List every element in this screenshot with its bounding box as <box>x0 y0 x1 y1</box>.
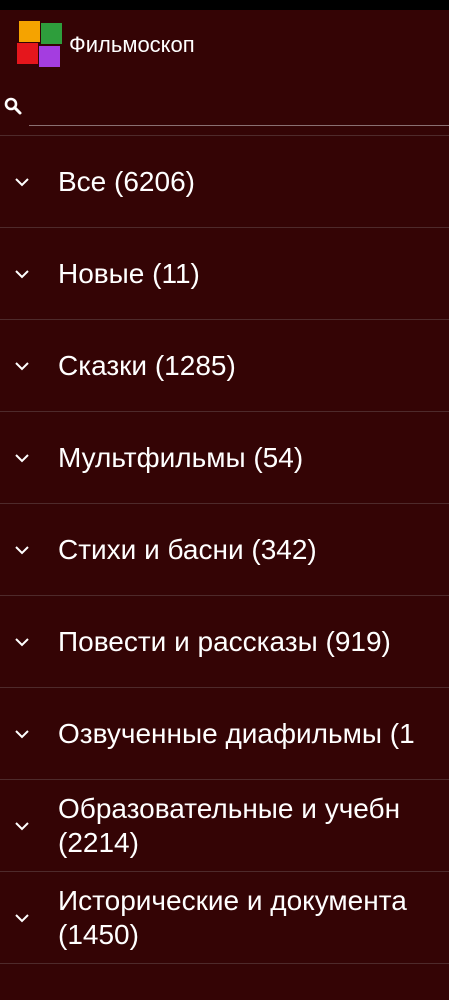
category-label: Все (6206) <box>58 166 195 197</box>
category-label: Исторические и документа (1450) <box>58 885 407 950</box>
category-label: Мультфильмы (54) <box>58 442 304 473</box>
category-label: Образовательные и учебн (2214) <box>58 793 401 858</box>
chevron-down-icon <box>15 454 29 463</box>
category-item-historical[interactable]: Исторические и документа (1450) <box>0 872 449 964</box>
category-label: Стихи и басни (342) <box>58 534 317 565</box>
category-label: Повести и рассказы (919) <box>58 626 391 657</box>
chevron-down-icon <box>15 178 29 187</box>
category-item-new[interactable]: Новые (11) <box>0 228 449 320</box>
chevron-down-icon <box>15 638 29 647</box>
category-label: Новые (11) <box>58 258 200 289</box>
category-list: Все (6206) Новые (11) Сказки (1285) Муль… <box>0 136 449 964</box>
category-item-fairy-tales[interactable]: Сказки (1285) <box>0 320 449 412</box>
chevron-down-icon <box>15 362 29 371</box>
chevron-down-icon <box>15 270 29 279</box>
category-label: Сказки (1285) <box>58 350 236 381</box>
status-bar <box>0 0 449 10</box>
app-logo-icon <box>17 21 63 67</box>
category-item-voiced-filmstrips[interactable]: Озвученные диафильмы (1 <box>0 688 449 780</box>
category-item-educational[interactable]: Образовательные и учебн (2214) <box>0 780 449 872</box>
logo-square-purple <box>39 46 60 67</box>
category-item-cartoons[interactable]: Мультфильмы (54) <box>0 412 449 504</box>
app-header: Фильмоскоп <box>0 10 449 82</box>
chevron-down-icon <box>15 546 29 555</box>
category-item-all[interactable]: Все (6206) <box>0 136 449 228</box>
app-title: Фильмоскоп <box>69 32 195 57</box>
category-item-poems-fables[interactable]: Стихи и басни (342) <box>0 504 449 596</box>
search-bar <box>0 82 449 134</box>
logo-square-red <box>17 43 38 64</box>
chevron-down-icon <box>15 822 29 831</box>
logo-square-green <box>41 23 62 44</box>
category-item-stories[interactable]: Повести и рассказы (919) <box>0 596 449 688</box>
category-label: Озвученные диафильмы (1 <box>58 718 415 749</box>
search-icon[interactable] <box>3 96 23 116</box>
logo-square-orange <box>19 21 40 42</box>
search-input[interactable] <box>29 88 449 126</box>
chevron-down-icon <box>15 914 29 923</box>
chevron-down-icon <box>15 730 29 739</box>
